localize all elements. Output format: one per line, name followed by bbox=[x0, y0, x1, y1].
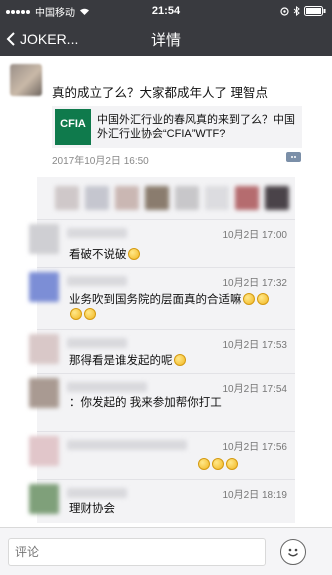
grin-emoji-icon bbox=[226, 458, 238, 470]
back-button[interactable]: JOKER... bbox=[0, 31, 110, 47]
comment-text: 那得看是谁发起的呢 bbox=[69, 354, 289, 369]
comment-area: 10月2日 17:00 看破不说破 10月2日 17:32 业务吹到国务院的层面… bbox=[29, 177, 295, 523]
carrier-label: 中国移动 bbox=[35, 7, 75, 19]
comment-input[interactable] bbox=[8, 537, 266, 566]
comment-menu-icon[interactable] bbox=[286, 152, 301, 162]
smirk-emoji-icon bbox=[173, 354, 186, 366]
location-icon bbox=[280, 6, 289, 16]
sweat-emoji-icon bbox=[242, 293, 255, 305]
liker-avatar[interactable] bbox=[175, 186, 199, 210]
wifi-icon bbox=[80, 8, 89, 15]
comment-time: 10月2日 17:53 bbox=[222, 340, 288, 351]
post-detail: 真的成立了么？大家都成年人了 理智点 CFIA 中国外汇行业的春风真的来到了么？… bbox=[0, 56, 332, 527]
liker-avatar[interactable] bbox=[235, 186, 259, 210]
comment-item[interactable]: 10月2日 18:19 理财协会 bbox=[29, 479, 295, 523]
liker-avatar[interactable] bbox=[55, 186, 79, 210]
grin-emoji-icon bbox=[212, 458, 224, 470]
shared-link-card[interactable]: CFIA 中国外汇行业的春风真的来到了么？中国外汇行业协会“CFIA”WTF? bbox=[52, 106, 302, 148]
commenter-avatar[interactable] bbox=[29, 484, 59, 514]
liker-avatar[interactable] bbox=[205, 186, 229, 210]
comment-item[interactable]: 10月2日 17:56 bbox=[29, 431, 295, 479]
liker-avatar[interactable] bbox=[265, 186, 289, 210]
back-label: JOKER... bbox=[20, 31, 79, 47]
sweat-emoji-icon bbox=[256, 293, 269, 305]
comment-item[interactable]: 10月2日 17:54 ：你发起的 我来参加帮你打工 bbox=[29, 373, 295, 431]
commenter-avatar[interactable] bbox=[29, 334, 59, 364]
liker-avatar[interactable] bbox=[145, 186, 169, 210]
commenter-avatar[interactable] bbox=[29, 436, 59, 466]
commenter-name[interactable] bbox=[67, 488, 127, 498]
commenter-avatar[interactable] bbox=[29, 378, 59, 408]
sweat-emoji-icon bbox=[70, 308, 82, 320]
author-avatar[interactable] bbox=[10, 64, 42, 96]
chevron-left-icon bbox=[6, 32, 15, 46]
comment-item[interactable]: 10月2日 17:53 那得看是谁发起的呢 bbox=[29, 329, 295, 373]
comment-text: 看破不说破 bbox=[69, 248, 289, 263]
commenter-name[interactable] bbox=[67, 228, 127, 238]
liker-avatar[interactable] bbox=[85, 186, 109, 210]
likes-row bbox=[37, 177, 295, 219]
comment-time: 10月2日 17:56 bbox=[222, 442, 288, 453]
post-text: 真的成立了么？大家都成年人了 理智点 bbox=[52, 86, 268, 100]
moment-post: 真的成立了么？大家都成年人了 理智点 CFIA 中国外汇行业的春风真的来到了么？… bbox=[0, 56, 332, 167]
link-title: 中国外汇行业的春风真的来到了么？中国外汇行业协会“CFIA”WTF? bbox=[97, 114, 295, 140]
sweat-emoji-icon bbox=[84, 308, 96, 320]
comment-text: ：你发起的 我来参加帮你打工 bbox=[69, 397, 222, 409]
emoji-button[interactable] bbox=[280, 538, 306, 565]
nav-bar: JOKER... 详情 bbox=[0, 22, 332, 56]
cfia-logo: CFIA bbox=[55, 109, 91, 145]
signal-icon bbox=[6, 6, 31, 17]
comment-text: 理财协会 bbox=[69, 503, 115, 515]
comment-item[interactable]: 10月2日 17:32 业务吹到国务院的层面真的合适嘛 bbox=[29, 267, 295, 329]
comment-bar bbox=[0, 527, 332, 575]
comment-time: 10月2日 17:54 bbox=[222, 384, 288, 395]
commenter-name[interactable] bbox=[67, 338, 127, 348]
comment-text: 业务吹到国务院的层面真的合适嘛 bbox=[69, 293, 289, 323]
logo-text: CFIA bbox=[60, 117, 86, 130]
commenter-avatar[interactable] bbox=[29, 272, 59, 302]
comment-time: 10月2日 17:32 bbox=[222, 278, 288, 289]
comment-time: 10月2日 17:00 bbox=[222, 230, 288, 241]
post-timestamp: 2017年10月2日 16:50 bbox=[52, 156, 149, 167]
commenter-name[interactable] bbox=[67, 276, 127, 286]
grin-emoji-icon bbox=[198, 458, 210, 470]
smile-emoji-icon bbox=[127, 248, 140, 260]
comment-item[interactable]: 10月2日 17:00 看破不说破 bbox=[29, 219, 295, 267]
comment-text bbox=[197, 458, 332, 473]
status-bar: 中国移动 21:54 bbox=[0, 0, 332, 22]
battery-icon bbox=[304, 6, 326, 16]
commenter-name[interactable] bbox=[67, 440, 187, 450]
commenter-name[interactable] bbox=[67, 382, 147, 392]
smiley-icon bbox=[288, 548, 298, 556]
bluetooth-icon bbox=[293, 6, 300, 16]
comment-time: 10月2日 18:19 bbox=[222, 490, 288, 501]
commenter-avatar[interactable] bbox=[29, 224, 59, 254]
liker-avatar[interactable] bbox=[115, 186, 139, 210]
